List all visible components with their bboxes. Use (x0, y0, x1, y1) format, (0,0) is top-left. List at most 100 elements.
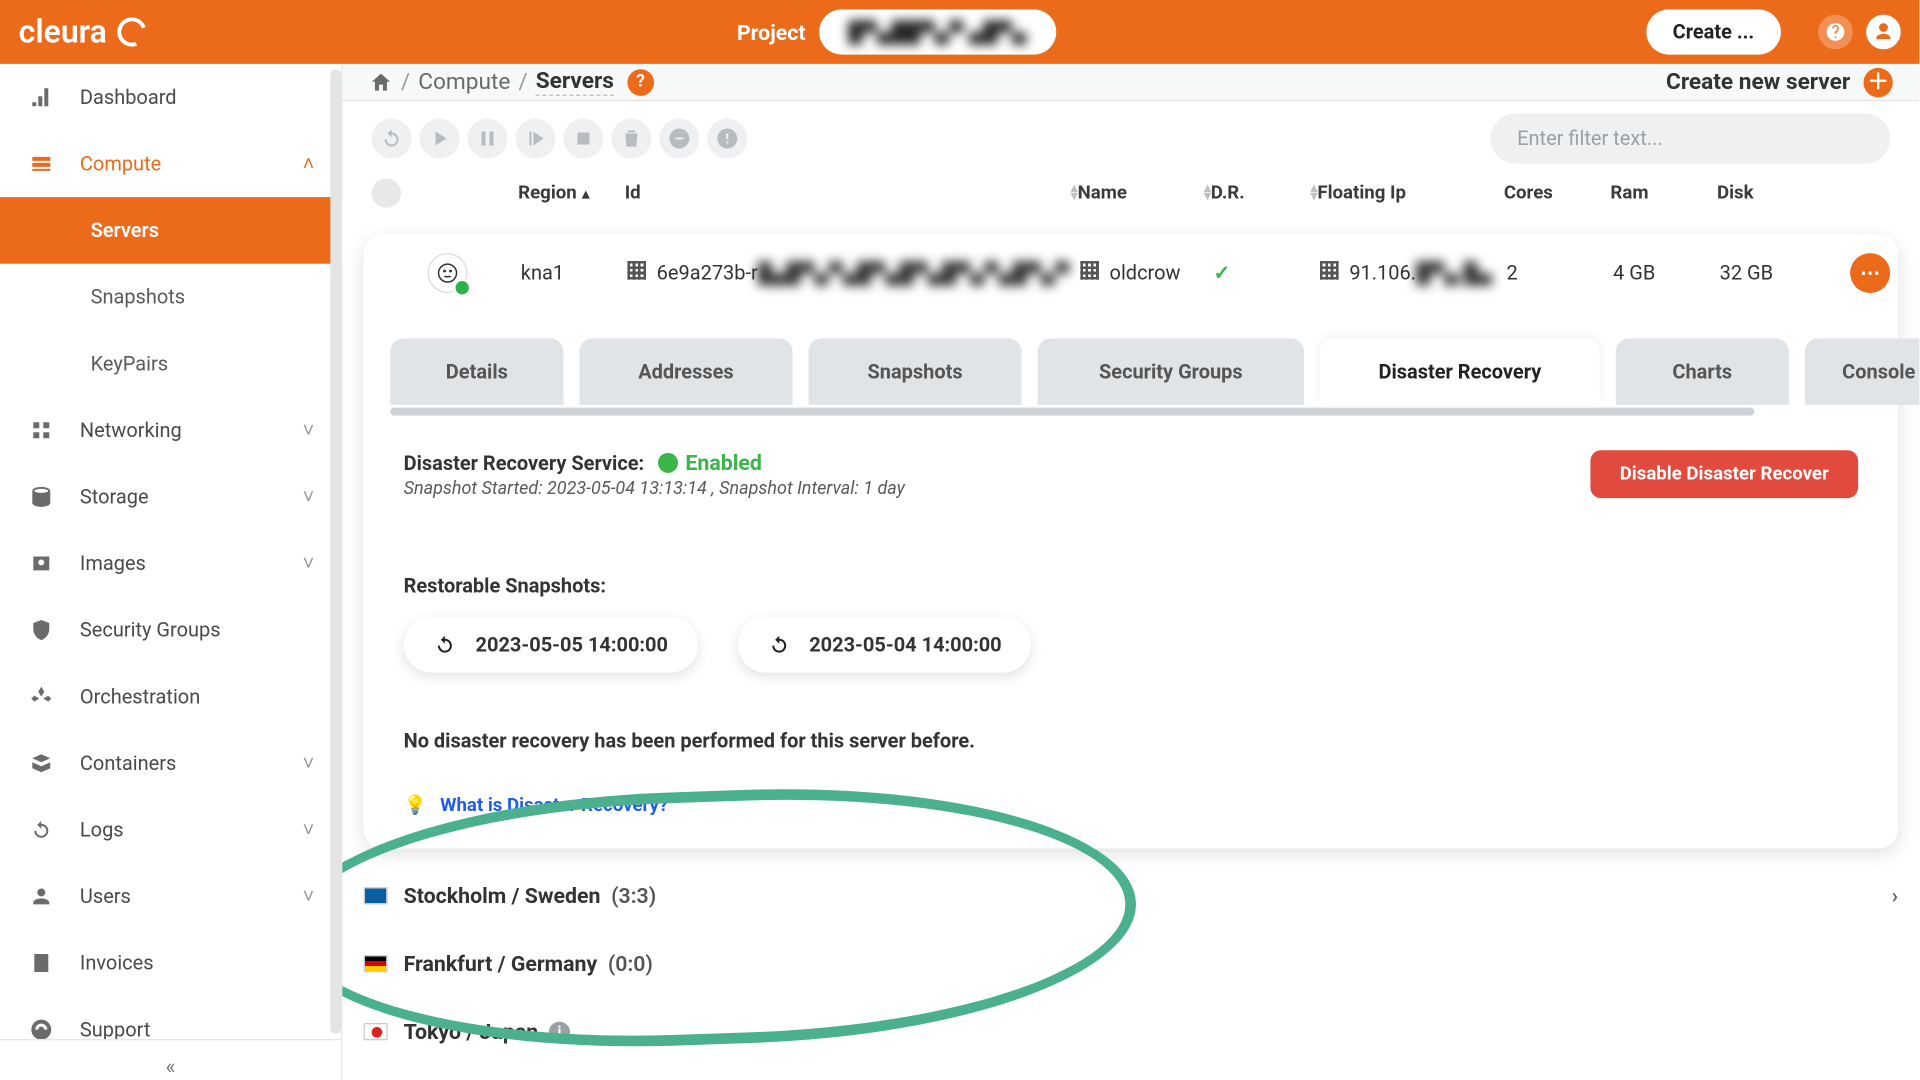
users-icon (27, 884, 56, 908)
region-row[interactable]: Tokyo / Japan i (356, 998, 1906, 1066)
table-header: Region ▴ Id▴▾ Name▴▾ D.R.▴▾ Floating Ip … (342, 165, 1919, 221)
row-actions-button[interactable]: ⋯ (1850, 253, 1890, 293)
region-count: (0:0) (608, 951, 653, 976)
dr-service-label: Disaster Recovery Service: (404, 452, 645, 476)
sidebar-item-compute[interactable]: Compute ˄ (0, 131, 341, 198)
lightbulb-icon: 💡 (404, 795, 427, 816)
cell-dr: ✓ (1213, 261, 1320, 285)
sidebar-item-dashboard[interactable]: Dashboard (0, 64, 341, 131)
home-icon[interactable] (369, 70, 393, 94)
sidebar-item-support[interactable]: Support (0, 996, 341, 1039)
col-disk: Disk (1717, 182, 1837, 203)
no-dr-message: No disaster recovery has been performed … (404, 729, 1859, 753)
sidebar-item-label: Orchestration (80, 685, 200, 709)
snapshot-timestamp: 2023-05-05 14:00:00 (476, 633, 668, 657)
project-value: █▀▄██▀▄▀ ▄█▀▄ (848, 20, 1026, 44)
delete-button[interactable] (611, 119, 651, 159)
cell-cores: 2 (1506, 261, 1613, 285)
whatis-dr-link[interactable]: 💡 What is Disaster Recovery? (404, 795, 1859, 816)
select-all-checkbox[interactable] (372, 178, 401, 207)
chevron-down-icon: ˅ (303, 485, 315, 509)
breadcrumb-help-icon[interactable]: ? (627, 69, 654, 96)
sidebar-item-logs[interactable]: Logs ˅ (0, 797, 341, 864)
brand-mark-icon (113, 12, 152, 51)
disable-dr-button[interactable]: Disable Disaster Recover (1590, 450, 1858, 498)
flag-germany-icon (364, 955, 388, 972)
restore-icon (433, 633, 457, 657)
shield-icon (27, 618, 56, 642)
sidebar-item-storage[interactable]: Storage ˅ (0, 464, 341, 531)
sidebar-item-label: Dashboard (80, 85, 177, 109)
tab-disaster-recovery[interactable]: Disaster Recovery (1320, 338, 1600, 405)
account-icon[interactable] (1866, 15, 1901, 50)
sidebar-item-users[interactable]: Users ˅ (0, 863, 341, 930)
sidebar-scrollbar[interactable] (330, 69, 341, 1033)
create-button[interactable]: Create ... (1646, 9, 1781, 54)
invoices-icon (27, 951, 56, 975)
sidebar-item-label: Logs (80, 818, 124, 842)
tab-addresses[interactable]: Addresses (579, 338, 792, 405)
compute-icon (27, 152, 56, 176)
dr-enable-button[interactable] (659, 119, 699, 159)
sidebar-item-label: Invoices (80, 951, 154, 975)
dr-disable-button[interactable] (707, 119, 747, 159)
sidebar-item-images[interactable]: Images ˅ (0, 530, 341, 597)
sidebar-item-networking[interactable]: Networking ˅ (0, 397, 341, 464)
info-icon[interactable]: i (549, 1021, 570, 1042)
brand-logo[interactable]: cleura (19, 13, 147, 50)
restore-snapshot-button[interactable]: 2023-05-04 14:00:00 (737, 617, 1031, 673)
refresh-button[interactable] (372, 119, 412, 159)
restore-icon (767, 633, 791, 657)
sidebar-item-snapshots[interactable]: Snapshots (0, 264, 341, 331)
os-icon (428, 253, 468, 293)
col-region[interactable]: Region ▴ (518, 182, 625, 203)
sidebar-item-label: Images (80, 551, 146, 575)
col-dr[interactable]: D.R.▴▾ (1211, 182, 1318, 203)
tab-charts[interactable]: Charts (1616, 338, 1789, 405)
restorable-snapshots-title: Restorable Snapshots: (404, 574, 1859, 598)
regions-list: Stockholm / Sweden (3:3) › Frankfurt / G… (342, 848, 1919, 1080)
chevron-down-icon: ˅ (303, 751, 315, 775)
qr-icon (1320, 261, 1339, 280)
resume-button[interactable] (515, 119, 555, 159)
restore-snapshot-button[interactable]: 2023-05-05 14:00:00 (404, 617, 698, 673)
tab-details[interactable]: Details (390, 338, 563, 405)
sidebar-collapse-button[interactable]: « (0, 1039, 341, 1080)
server-row-expanded: kna1 6e9a273b-r█▄█▀▄▀▄█▀▄█▀▄█▀▄▀▄█▀▄▀ ol… (364, 234, 1898, 848)
sidebar-item-keypairs[interactable]: KeyPairs (0, 330, 341, 397)
server-filter-input[interactable]: Enter filter text... (1491, 113, 1891, 164)
project-selector[interactable]: █▀▄██▀▄▀ ▄█▀▄ (819, 9, 1056, 54)
add-server-icon[interactable]: ＋ (1863, 67, 1892, 96)
storage-icon (27, 485, 56, 509)
help-icon[interactable] (1818, 15, 1853, 50)
col-name[interactable]: Name▴▾ (1078, 182, 1211, 203)
sidebar-item-invoices[interactable]: Invoices (0, 930, 341, 997)
sidebar-item-orchestration[interactable]: Orchestration (0, 663, 341, 730)
sidebar-item-servers[interactable]: Servers (0, 197, 341, 264)
breadcrumb-compute[interactable]: Compute (418, 69, 510, 96)
tab-console[interactable]: Console (1805, 338, 1920, 405)
col-id[interactable]: Id▴▾ (625, 182, 1078, 203)
region-row[interactable]: Frankfurt / Germany (0:0) (356, 930, 1906, 998)
cell-id: 6e9a273b-r█▄█▀▄▀▄█▀▄█▀▄█▀▄▀▄█▀▄▀ (627, 261, 1080, 285)
sidebar-item-security-groups[interactable]: Security Groups (0, 597, 341, 664)
col-floating-ip[interactable]: Floating Ip (1317, 182, 1503, 203)
pause-button[interactable] (468, 119, 508, 159)
region-row[interactable]: Stockholm / Sweden (3:3) › (356, 862, 1906, 930)
tab-snapshots[interactable]: Snapshots (809, 338, 1022, 405)
qr-icon (1080, 261, 1099, 280)
create-new-server-link[interactable]: Create new server (1666, 69, 1850, 96)
create-label: Create ... (1673, 20, 1755, 44)
sidebar-item-label: Users (80, 884, 131, 908)
flag-japan-icon (364, 1023, 388, 1040)
dr-panel: Disaster Recovery Service: Enabled Snaps… (364, 405, 1898, 849)
breadcrumb-servers: Servers (536, 68, 614, 96)
play-button[interactable] (420, 119, 460, 159)
collapse-icon: « (165, 1054, 175, 1079)
qr-icon (627, 261, 646, 280)
stop-button[interactable] (563, 119, 603, 159)
tab-security-groups[interactable]: Security Groups (1038, 338, 1304, 405)
sidebar-item-containers[interactable]: Containers ˅ (0, 730, 341, 797)
sidebar-item-label: Compute (80, 152, 161, 176)
table-row[interactable]: kna1 6e9a273b-r█▄█▀▄▀▄█▀▄█▀▄█▀▄▀▄█▀▄▀ ol… (364, 234, 1898, 311)
